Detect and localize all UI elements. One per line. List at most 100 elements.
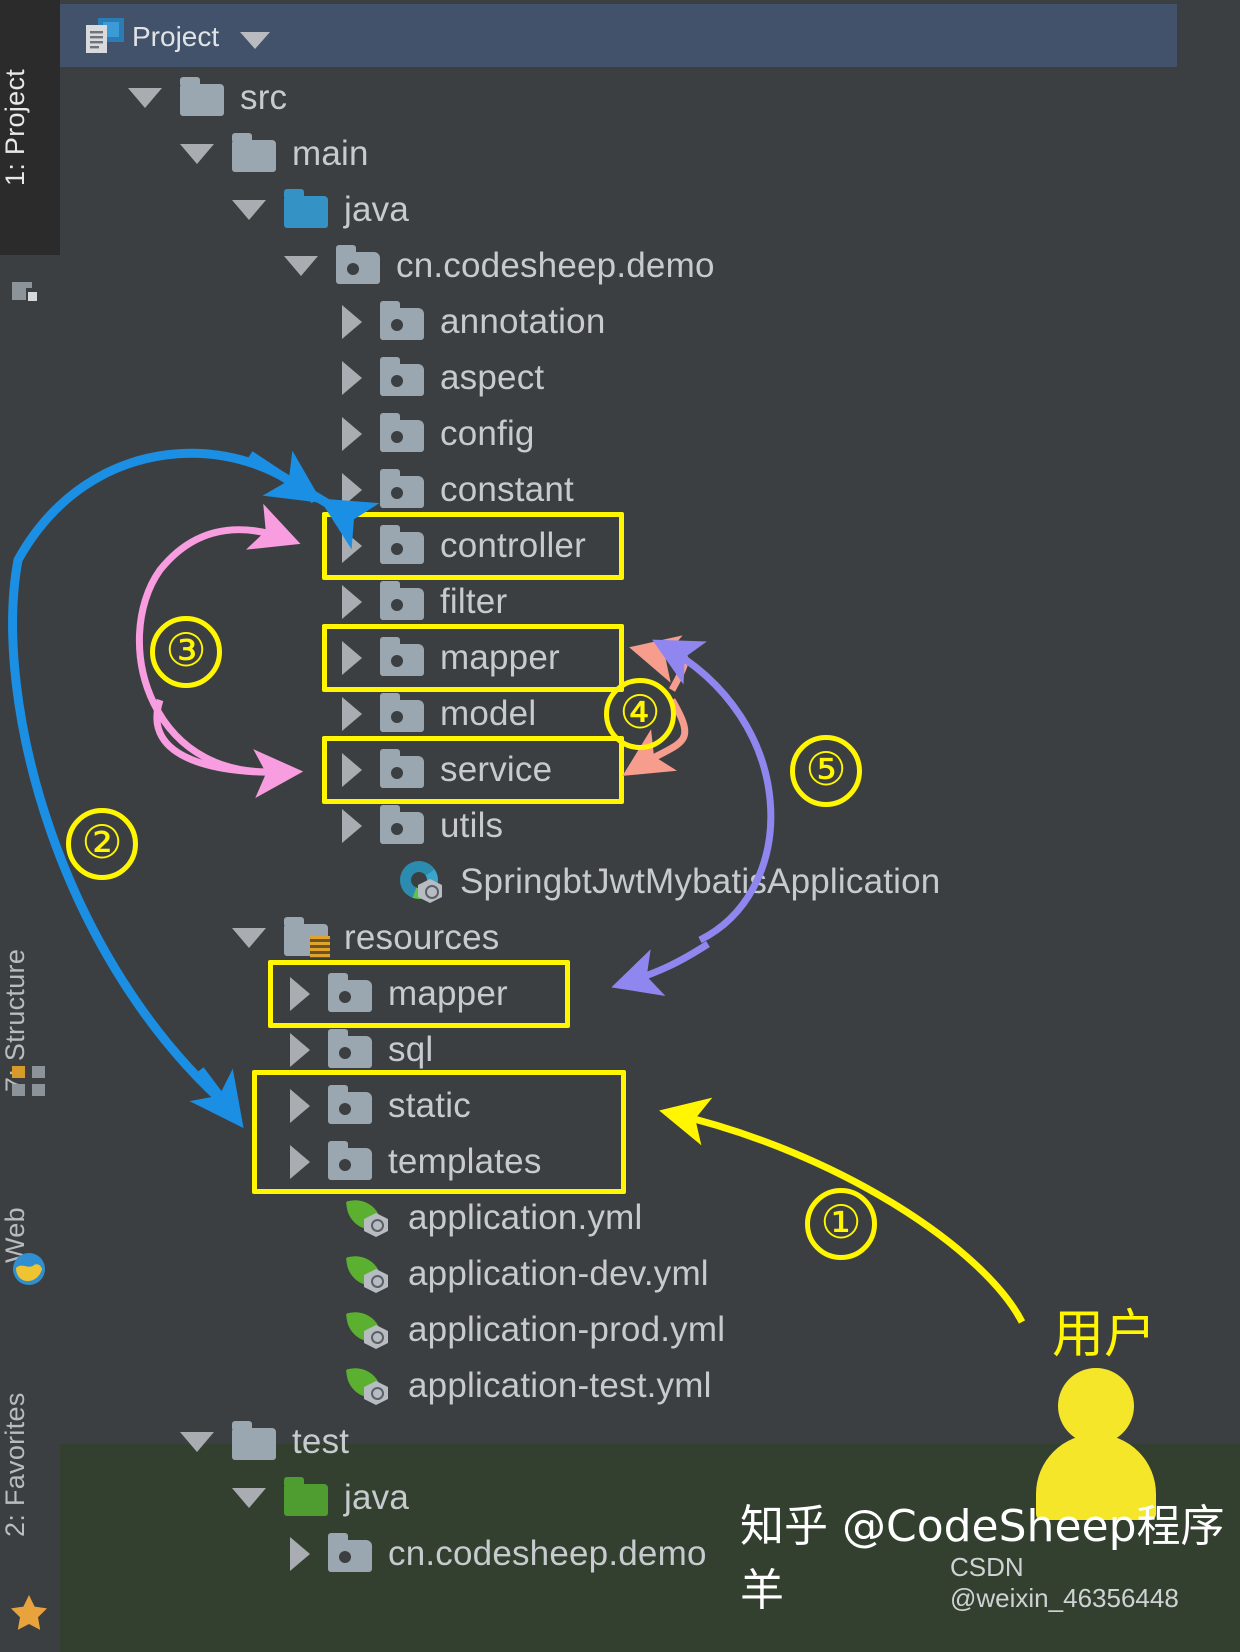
tree-row-label: application-dev.yml [408, 1254, 709, 1293]
chevron-right-icon[interactable] [342, 529, 362, 563]
package-icon [328, 1029, 372, 1068]
tree-row-label: application-test.yml [408, 1366, 712, 1405]
package-icon [380, 805, 424, 844]
chevron-right-icon[interactable] [342, 417, 362, 451]
chevron-right-icon[interactable] [290, 977, 310, 1011]
package-icon [380, 525, 424, 564]
spring-yaml-icon [345, 1252, 394, 1295]
sidebar-item-favorites-label: 2: Favorites [0, 1392, 30, 1538]
tree-row-label: mapper [440, 638, 560, 677]
tree-row[interactable]: src [128, 70, 287, 126]
tree-row[interactable]: utils [336, 798, 503, 854]
tree-row-label: java [344, 190, 410, 229]
tree-row[interactable]: application-test.yml [284, 1358, 712, 1414]
package-icon [380, 581, 424, 620]
tree-row-label: cn.codesheep.demo [396, 246, 715, 285]
chevron-right-icon[interactable] [342, 585, 362, 619]
tree-row[interactable]: config [336, 406, 535, 462]
package-icon [328, 1141, 372, 1180]
chevron-right-icon[interactable] [342, 473, 362, 507]
web-globe-icon [13, 1253, 45, 1285]
tree-row[interactable]: application.yml [284, 1190, 643, 1246]
tree-row[interactable]: filter [336, 574, 507, 630]
tree-row-label: test [292, 1422, 350, 1461]
package-icon [380, 301, 424, 340]
tool-window-header[interactable]: Project [60, 4, 1177, 67]
chevron-down-icon[interactable] [180, 1432, 214, 1452]
tree-row[interactable]: resources [232, 910, 499, 966]
tree-row[interactable]: constant [336, 462, 574, 518]
tree-row[interactable]: model [336, 686, 536, 742]
tree-row-label: model [440, 694, 537, 733]
tree-row[interactable]: java [232, 182, 409, 238]
chevron-down-icon[interactable] [180, 144, 214, 164]
package-icon [380, 357, 424, 396]
package-icon [336, 245, 380, 284]
tree-row-label: cn.codesheep.demo [388, 1534, 707, 1573]
project-tree-panel: Project src main java cn.codesheep.demo anno… [60, 0, 1240, 1652]
tree-row-label: config [440, 414, 535, 453]
package-icon [328, 1085, 372, 1124]
chevron-down-icon[interactable] [128, 88, 162, 108]
sidebar-item-favorites[interactable]: 2: Favorites [0, 1340, 60, 1590]
chevron-down-icon[interactable] [232, 200, 266, 220]
chevron-right-icon[interactable] [342, 361, 362, 395]
tree-row[interactable]: aspect [336, 350, 544, 406]
tree-row-label: application.yml [408, 1198, 643, 1237]
tree-row[interactable]: annotation [336, 294, 605, 350]
tree-row[interactable]: cn.codesheep.demo [284, 1526, 707, 1582]
tree-row[interactable]: mapper [284, 966, 508, 1022]
sidebar-item-project[interactable]: 1: Project [0, 0, 60, 255]
tree-row-label: constant [440, 470, 574, 509]
tree-row-label: application-prod.yml [408, 1310, 726, 1349]
chevron-right-icon[interactable] [290, 1537, 310, 1571]
chevron-down-icon[interactable] [240, 32, 270, 49]
tree-row-label: aspect [440, 358, 545, 397]
tree-row-label: utils [440, 806, 504, 845]
tree-row[interactable]: application-prod.yml [284, 1302, 725, 1358]
chevron-down-icon[interactable] [284, 256, 318, 276]
tree-row[interactable]: service [336, 742, 552, 798]
package-icon [328, 1533, 372, 1572]
package-icon [380, 637, 424, 676]
spring-yaml-icon [345, 1196, 394, 1239]
tree-row[interactable]: static [284, 1078, 471, 1134]
chevron-right-icon[interactable] [342, 641, 362, 675]
chevron-right-icon[interactable] [342, 697, 362, 731]
spring-yaml-icon [345, 1364, 394, 1407]
chevron-down-icon[interactable] [232, 1488, 266, 1508]
tree-row-label: service [440, 750, 553, 789]
folder-icon [284, 1477, 328, 1516]
folder-icon [232, 1421, 276, 1460]
tree-row[interactable]: main [180, 126, 369, 182]
chevron-down-icon[interactable] [232, 928, 266, 948]
chevron-right-icon[interactable] [290, 1089, 310, 1123]
tree-row-label: java [344, 1478, 410, 1517]
tree-row[interactable]: controller [336, 518, 586, 574]
structure-icon [12, 1066, 45, 1096]
sidebar-item-structure[interactable]: 7: Structure [0, 870, 60, 1170]
tree-row[interactable]: templates [284, 1134, 542, 1190]
tree-row[interactable]: mapper [336, 630, 560, 686]
tree-row[interactable]: cn.codesheep.demo [284, 238, 715, 294]
spring-application-icon [400, 861, 446, 903]
tool-window-title: Project [132, 21, 220, 52]
tree-row-label: mapper [388, 974, 508, 1013]
tree-row-label: resources [344, 918, 500, 957]
tree-row[interactable]: test [180, 1414, 349, 1470]
tree-row-label: filter [440, 582, 508, 621]
tree-row[interactable]: application-dev.yml [284, 1246, 709, 1302]
tree-row[interactable]: sql [284, 1022, 433, 1078]
chevron-right-icon[interactable] [290, 1033, 310, 1067]
tree-row[interactable]: SpringbtJwtMybatisApplication [336, 854, 940, 910]
tree-row[interactable]: java [232, 1470, 409, 1526]
chevron-right-icon[interactable] [342, 809, 362, 843]
chevron-right-icon[interactable] [342, 753, 362, 787]
chevron-right-icon[interactable] [342, 305, 362, 339]
folder-icon [180, 77, 224, 116]
spring-yaml-icon [345, 1308, 394, 1351]
chevron-right-icon[interactable] [290, 1145, 310, 1179]
sidebar-item-project-label: 1: Project [0, 68, 30, 187]
resources-folder-icon [284, 917, 330, 958]
package-icon [380, 469, 424, 508]
